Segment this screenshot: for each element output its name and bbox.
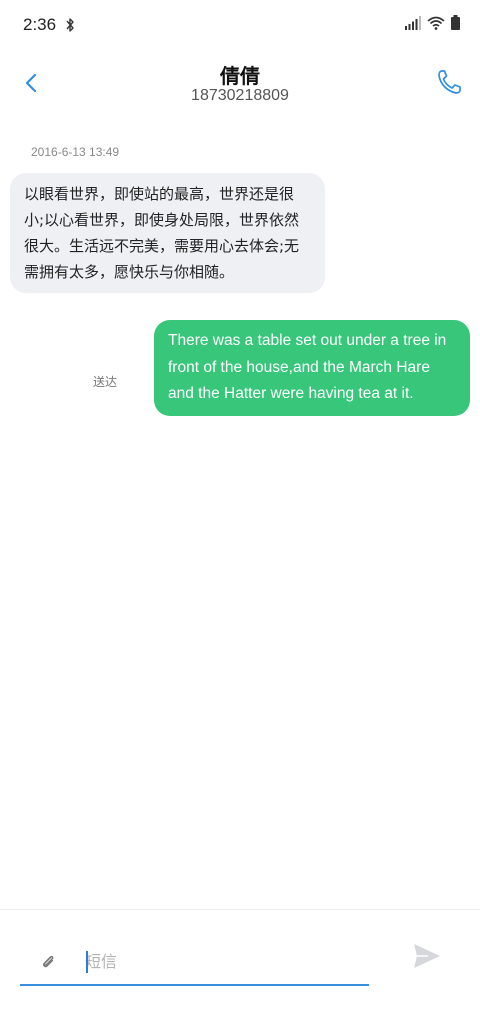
contact-phone-number: 18730218809 (191, 87, 289, 104)
phone-icon[interactable] (434, 66, 464, 98)
wifi-icon (427, 16, 445, 30)
status-icons (405, 15, 460, 30)
signal-icon (405, 15, 421, 30)
send-icon[interactable] (412, 942, 442, 970)
input-underline (20, 984, 369, 986)
delivery-status: 送达 (93, 375, 118, 389)
text-caret (86, 951, 88, 973)
message-timestamp: 2016-6-13 13:49 (31, 145, 120, 159)
status-bar: 2:36 (0, 0, 480, 52)
incoming-message-bubble[interactable]: 以眼看世界，即使站的最高，世界还是很小;以心看世界，即使身处局限，世界依然很大。… (10, 173, 325, 293)
bluetooth-icon (66, 18, 74, 32)
outgoing-message-bubble[interactable]: There was a table set out under a tree i… (154, 320, 470, 416)
status-time: 2:36 (23, 15, 57, 34)
contact-name: 倩倩 (220, 64, 260, 88)
composer-divider (0, 909, 480, 910)
sms-input[interactable] (85, 948, 365, 978)
battery-icon (451, 15, 460, 30)
paperclip-icon[interactable] (40, 953, 56, 969)
